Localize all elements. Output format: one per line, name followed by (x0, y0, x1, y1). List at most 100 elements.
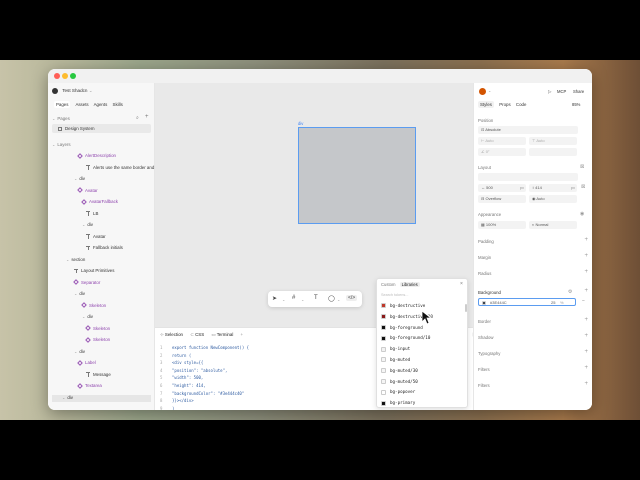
add-icon[interactable]: + (584, 333, 588, 339)
layer-item[interactable]: ⌄ div (74, 291, 85, 296)
tab-custom[interactable]: Custom (381, 282, 395, 287)
section-label[interactable]: Filters (478, 367, 490, 372)
chevron-down-icon[interactable]: ⌄ (282, 297, 285, 302)
token-item[interactable]: bg-destructive (381, 303, 425, 309)
layer-item[interactable]: ⌄ div (82, 222, 93, 227)
mcp-button[interactable]: MCP (557, 89, 566, 94)
add-tab-button[interactable]: + (241, 332, 244, 337)
section-label[interactable]: Radius (478, 271, 491, 276)
tab-code[interactable]: Code (516, 102, 527, 107)
close-icon[interactable]: × (460, 281, 463, 287)
layer-item[interactable]: AvatarFallback (81, 199, 118, 205)
token-item[interactable]: bg-muted/50 (381, 379, 418, 384)
token-item[interactable]: bg-input (381, 346, 410, 352)
layer-item[interactable]: Skeleton (85, 326, 110, 332)
scrollbar[interactable] (465, 304, 467, 312)
token-item[interactable]: bg-primary (381, 400, 415, 406)
pointer-tool-icon[interactable]: ➤ (272, 295, 277, 302)
layout-direction-buttons[interactable] (478, 173, 578, 181)
token-item[interactable]: bg-foreground (381, 325, 423, 330)
layer-item[interactable]: ⌄ div (82, 314, 93, 319)
blend-mode-select[interactable]: ◐ Normal (529, 221, 577, 229)
settings-icon[interactable]: ⚙ (568, 289, 572, 295)
height-field[interactable]: ↕ 414 px (529, 184, 577, 192)
chevron-down-icon[interactable]: ⌄ (301, 297, 304, 302)
layer-item[interactable]: AlertDescription (77, 153, 116, 159)
page-item-design-system[interactable]: Design System (52, 124, 151, 133)
token-item[interactable]: bg-foreground/10 (381, 335, 430, 341)
add-icon[interactable]: + (584, 349, 588, 355)
left-offset-field[interactable]: ⊢ Auto (478, 137, 526, 145)
layer-item[interactable]: Layout Primitives (74, 268, 114, 274)
close-window-button[interactable] (54, 73, 60, 79)
tab-props[interactable]: Props (499, 102, 510, 107)
constrain-icon[interactable]: ⊠ (581, 184, 585, 190)
layer-item[interactable]: Avatar (77, 188, 98, 194)
token-item[interactable]: bg-muted (381, 357, 410, 363)
layer-item[interactable]: ⌄ section (66, 257, 85, 262)
layer-item[interactable]: Label (77, 360, 96, 366)
add-icon[interactable]: + (584, 269, 588, 275)
chevron-down-icon[interactable]: ⌄ (337, 297, 340, 302)
tab-libraries[interactable]: Libraries (399, 282, 420, 287)
layer-item[interactable]: Textarea (77, 383, 102, 389)
section-label[interactable]: Shadow (478, 335, 494, 340)
layer-item[interactable]: ⌄ div (52, 394, 151, 402)
code-tool-icon[interactable]: </> (346, 295, 358, 301)
play-icon[interactable]: ▷ (548, 89, 551, 95)
tab-skills[interactable]: Skills (113, 102, 123, 107)
share-button[interactable]: Share (573, 89, 584, 94)
tab-css[interactable]: CSS (195, 332, 204, 337)
opacity-field[interactable]: ▦ 100% (478, 221, 526, 229)
visibility-icon[interactable]: ◉ (580, 211, 584, 217)
remove-background-icon[interactable]: − (582, 298, 585, 304)
align-buttons[interactable] (529, 148, 577, 156)
add-background-icon[interactable]: + (584, 288, 588, 294)
add-icon[interactable]: + (584, 253, 588, 259)
add-icon[interactable]: + (584, 317, 588, 323)
add-page-icon[interactable]: + (145, 114, 149, 120)
token-item[interactable]: bg-popover (381, 389, 415, 395)
selected-div-box[interactable] (298, 127, 416, 224)
layer-item[interactable]: Skeleton (81, 303, 106, 309)
width-field[interactable]: ↔ 500 px (478, 184, 526, 192)
comment-tool-icon[interactable]: ◯ (328, 295, 335, 302)
background-color-field[interactable]: #3E444C 25 % (478, 298, 576, 306)
layout-options-icon[interactable]: ⊠ (580, 164, 584, 170)
add-icon[interactable]: + (584, 381, 588, 387)
add-icon[interactable]: + (584, 365, 588, 371)
section-label[interactable]: Border (478, 319, 491, 324)
section-label[interactable]: Typography (478, 351, 500, 356)
layer-item[interactable]: Skeleton (85, 337, 110, 343)
layer-item[interactable]: LB (86, 211, 98, 216)
token-item[interactable]: bg-muted/30 (381, 368, 418, 374)
layer-item[interactable]: Alerts use the same border and fo (86, 165, 159, 170)
tab-styles[interactable]: Styles (478, 101, 494, 108)
tab-pages[interactable]: Pages (54, 101, 71, 108)
rotation-field[interactable]: ∠ 0° (478, 148, 526, 156)
tab-agents[interactable]: Agents (94, 102, 108, 107)
frame-tool-icon[interactable]: # (292, 295, 295, 301)
layer-item[interactable]: ⌄ div (74, 349, 85, 354)
maximize-window-button[interactable] (70, 73, 76, 79)
tab-assets[interactable]: Assets (75, 102, 88, 107)
tab-selection[interactable]: Selection (165, 332, 183, 337)
section-label[interactable]: Padding (478, 239, 494, 244)
overflow-select[interactable]: ◉ Auto (529, 195, 577, 203)
section-label[interactable]: Margin (478, 255, 491, 260)
zoom-select[interactable]: 85% (572, 102, 580, 107)
layer-item[interactable]: Avatar (86, 234, 106, 239)
project-header[interactable]: Test Shadcn ⌄ (52, 88, 93, 94)
tab-terminal[interactable]: Terminal (217, 332, 234, 337)
section-label[interactable]: Filters (478, 383, 490, 388)
layer-item[interactable]: ⌄ div (74, 176, 85, 181)
text-tool-icon[interactable]: T (314, 295, 318, 301)
top-offset-field[interactable]: ⊤ Auto (529, 137, 577, 145)
search-icon[interactable]: ⌕ (136, 115, 139, 121)
minimize-window-button[interactable] (62, 73, 68, 79)
layer-item[interactable]: Message (86, 372, 111, 377)
avatar[interactable] (479, 88, 486, 95)
position-select[interactable]: ⊡ Absolute (478, 126, 578, 134)
add-icon[interactable]: + (584, 237, 588, 243)
layer-item[interactable]: Fallback initials (86, 245, 123, 251)
